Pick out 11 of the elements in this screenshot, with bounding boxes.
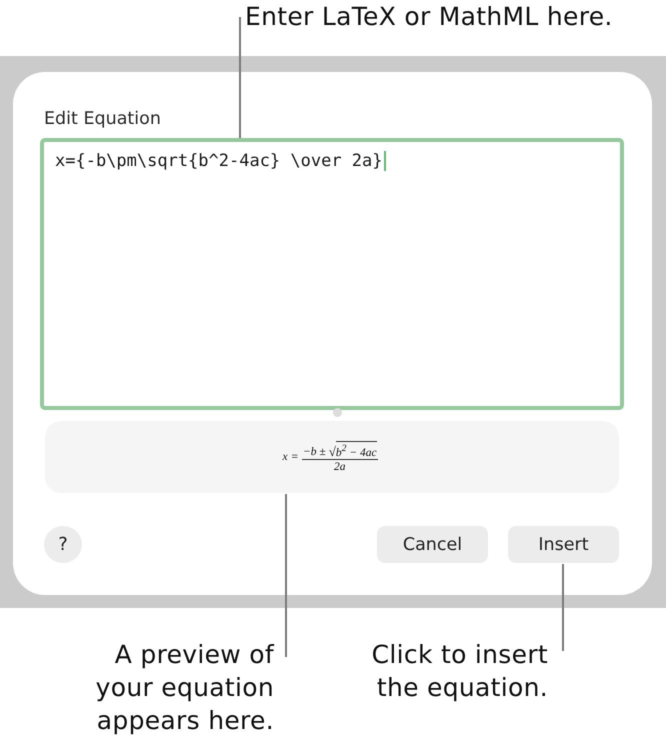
callout-text: A preview of your equation appears here. (94, 639, 274, 737)
help-button[interactable]: ? (44, 526, 82, 563)
callout-text: Click to insert the equation. (370, 639, 548, 704)
text-cursor-icon (384, 151, 386, 171)
dialog-title: Edit Equation (43, 108, 162, 131)
insert-button[interactable]: Insert (508, 526, 619, 563)
callout-text: Enter LaTeX or MathML here. (244, 1, 614, 32)
resize-handle-icon[interactable] (332, 408, 342, 417)
equation-preview: x = −b ± √b$^{2}$ − 4ac 2a (282, 440, 378, 474)
equation-input[interactable]: x={-b\pm\sqrt{b^2-4ac} \over 2a} (40, 138, 624, 410)
cancel-button[interactable]: Cancel (377, 526, 488, 563)
